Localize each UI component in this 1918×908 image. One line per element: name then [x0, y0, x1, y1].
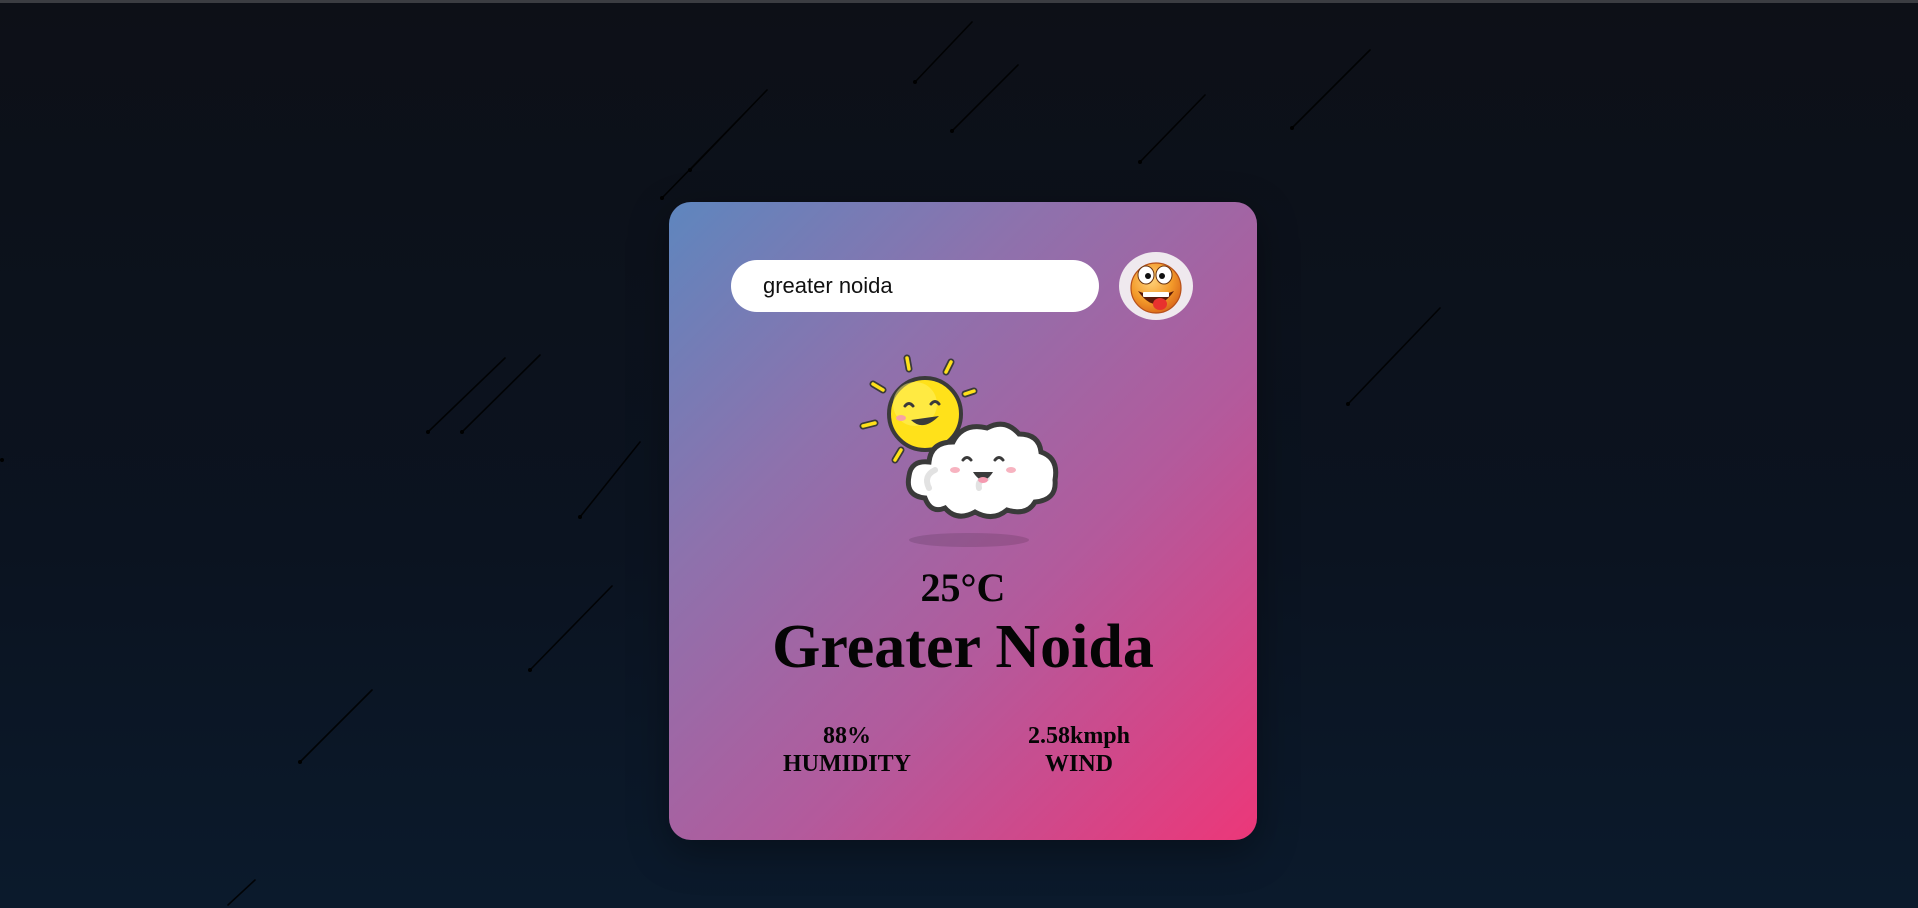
- search-bar[interactable]: [731, 260, 1099, 312]
- city-name: Greater Noida: [772, 613, 1154, 681]
- city-search-input[interactable]: [761, 272, 1069, 300]
- humidity-stat: 88% HUMIDITY: [747, 722, 947, 778]
- weather-card: 25°C Greater Noida 88% HUMIDITY 2.58kmph…: [669, 202, 1257, 840]
- wind-stat: 2.58kmph WIND: [979, 722, 1179, 778]
- humidity-value: 88%: [823, 723, 871, 749]
- wind-label: WIND: [1044, 751, 1113, 777]
- funny-face-icon: [1130, 262, 1182, 314]
- search-button[interactable]: [1119, 252, 1193, 320]
- humidity-label: HUMIDITY: [782, 751, 911, 777]
- wind-value: 2.58kmph: [1027, 723, 1131, 749]
- sun-behind-cloud-icon: [859, 354, 1059, 547]
- temperature: 25°C: [920, 565, 1006, 610]
